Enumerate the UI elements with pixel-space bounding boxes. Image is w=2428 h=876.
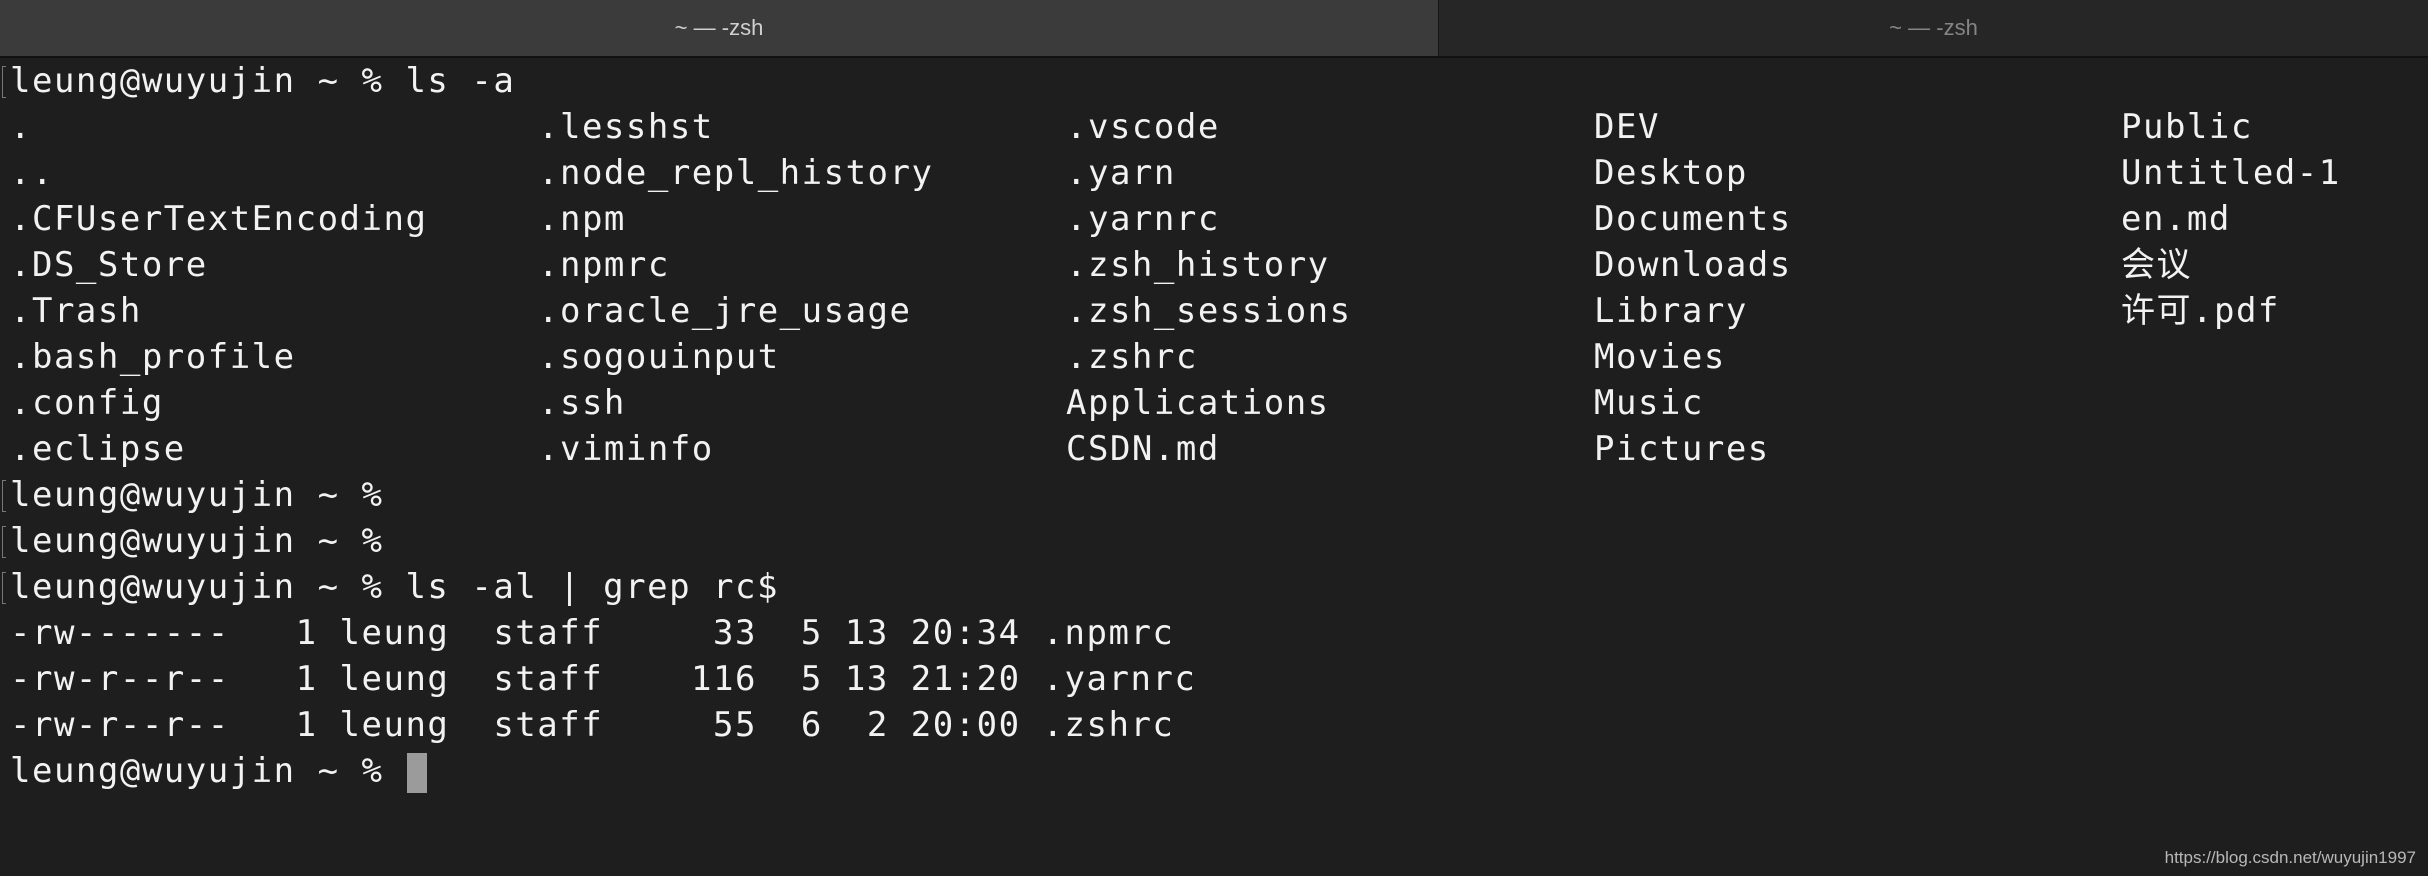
file-entry: .yarnrc [1066, 199, 1220, 239]
mark-bracket [2, 66, 6, 98]
file-entry [2121, 426, 2428, 472]
file-entry: .zsh_history [1066, 245, 1330, 285]
file-entry: .CFUserTextEncoding [10, 199, 428, 239]
command-line: leung@wuyujin ~ % ls -al | grep rc$ [2, 564, 2428, 610]
file-entry: .sogouinput [538, 337, 780, 377]
text-cursor [407, 752, 428, 793]
output-row: -rw-r--r-- 1 leung staff 55 6 2 20:00 .z… [10, 705, 1175, 745]
prompt-text: leung@wuyujin ~ % [10, 521, 384, 561]
file-entry: .Trash [10, 291, 142, 331]
file-entry: .lesshst [538, 107, 714, 147]
mark-bracket [2, 572, 6, 604]
command-text: leung@wuyujin ~ % ls -a [10, 61, 516, 101]
current-prompt[interactable]: leung@wuyujin ~ % [10, 748, 2428, 794]
file-entry: Movies [1594, 337, 1726, 377]
file-entry: Pictures [1594, 429, 1770, 469]
file-entry: Desktop [1594, 153, 1748, 193]
file-entry: .zsh_sessions [1066, 291, 1352, 331]
file-entry: Library [1594, 291, 1748, 331]
file-entry: .config [10, 383, 164, 423]
file-entry: .oracle_jre_usage [538, 291, 912, 331]
terminal-output[interactable]: leung@wuyujin ~ % ls -a . .lesshst .vscode… [2, 58, 2428, 794]
file-entry: Untitled-1 [2121, 153, 2341, 193]
watermark: https://blog.csdn.net/wuyujin1997 [2164, 848, 2416, 867]
prompt-text: leung@wuyujin ~ % [10, 475, 384, 515]
file-entry: en.md [2121, 199, 2231, 239]
command-text: leung@wuyujin ~ % ls -al | grep rc$ [10, 567, 779, 607]
prompt-line: leung@wuyujin ~ % [2, 472, 2428, 518]
prompt-line: leung@wuyujin ~ % [2, 518, 2428, 564]
file-entry: . [10, 107, 32, 147]
file-entry: DEV [1594, 107, 1660, 147]
file-entry: .ssh [538, 383, 626, 423]
file-entry: 会议 [2121, 245, 2192, 285]
command-line: leung@wuyujin ~ % ls -a [2, 58, 2428, 104]
file-entry: .vscode [1066, 107, 1220, 147]
file-entry: .DS_Store [10, 245, 208, 285]
ls-listing: . .lesshst .vscode DEV Public.. .node_repl_hi… [10, 104, 2428, 472]
file-entry: Music [1594, 383, 1704, 423]
tab-bar: ~ — -zsh ~ — -zsh [0, 0, 2428, 58]
file-entry: Public [2121, 107, 2253, 147]
file-entry: CSDN.md [1066, 429, 1220, 469]
file-entry: .npm [538, 199, 626, 239]
tab-zsh-2[interactable]: ~ — -zsh [1439, 0, 2428, 56]
file-entry: .node_repl_history [538, 153, 934, 193]
file-entry: Documents [1594, 199, 1792, 239]
file-entry: .yarn [1066, 153, 1176, 193]
output-row: -rw-r--r-- 1 leung staff 116 5 13 21:20 … [10, 659, 1197, 699]
mark-bracket [2, 480, 6, 512]
file-entry: .npmrc [538, 245, 670, 285]
file-entry: 许可.pdf [2121, 291, 2280, 331]
file-entry: .eclipse [10, 429, 186, 469]
file-entry [2121, 334, 2428, 380]
file-entry: .viminfo [538, 429, 714, 469]
mark-bracket [2, 526, 6, 558]
file-entry: .bash_profile [10, 337, 296, 377]
file-entry: Downloads [1594, 245, 1792, 285]
file-entry [2121, 380, 2428, 426]
tab-zsh-1[interactable]: ~ — -zsh [0, 0, 1439, 56]
file-entry: .zshrc [1066, 337, 1198, 377]
file-entry: Applications [1066, 383, 1330, 423]
output-row: -rw------- 1 leung staff 33 5 13 20:34 .… [10, 613, 1175, 653]
file-entry: .. [10, 153, 54, 193]
prompt-text: leung@wuyujin ~ % [10, 751, 406, 791]
